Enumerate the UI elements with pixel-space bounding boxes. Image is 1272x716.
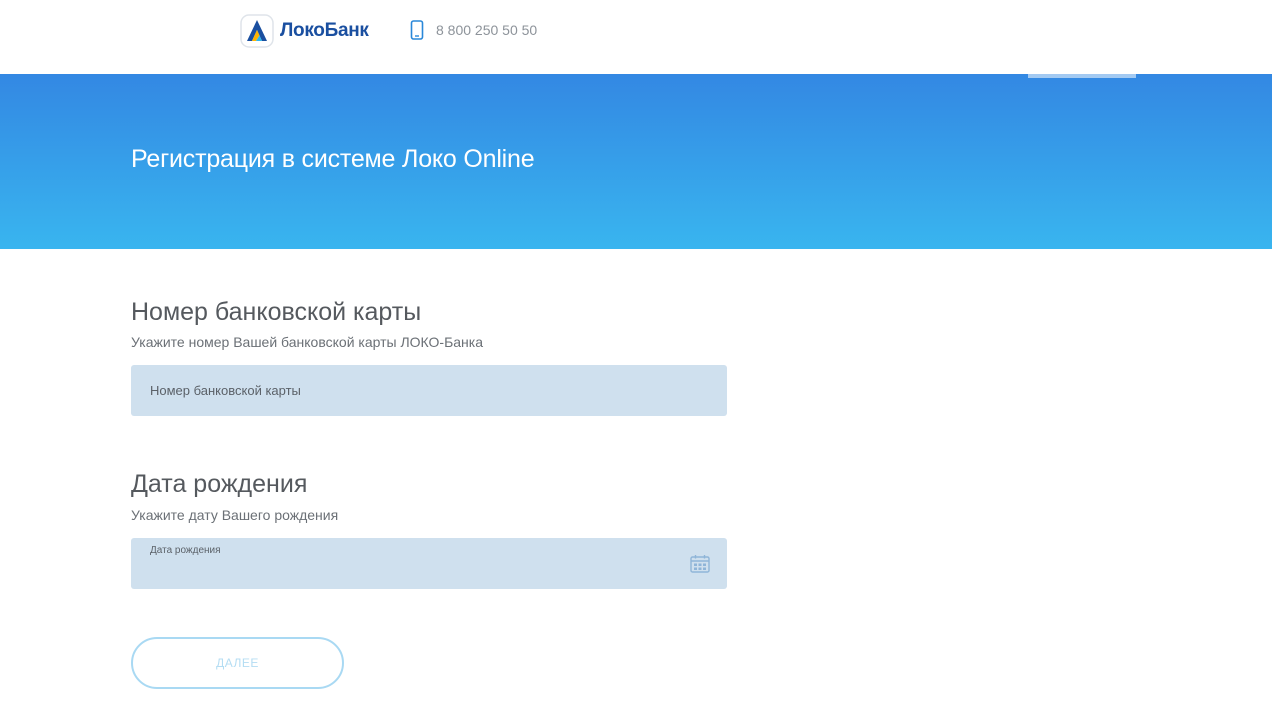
card-number-field[interactable] [131,365,727,416]
mobile-phone-icon [410,20,424,40]
page-title: Регистрация в системе Локо Online [131,145,535,173]
phone-contact[interactable]: 8 800 250 50 50 [410,20,537,40]
birth-date-field[interactable]: Дата рождения [131,538,727,589]
calendar-icon[interactable] [690,554,710,573]
birth-date-hint: Укажите дату Вашего рождения [131,507,339,523]
card-number-hint: Укажите номер Вашей банковской карты ЛОК… [131,334,484,350]
site-header: ЛокоБанк 8 800 250 50 50 [0,0,1272,74]
birth-date-label: Дата рождения [150,545,221,556]
logo-text: ЛокоБанк [280,20,369,41]
phone-number[interactable]: 8 800 250 50 50 [436,22,537,38]
card-number-input[interactable] [131,365,727,416]
birth-date-title: Дата рождения [131,470,308,498]
logo-link[interactable]: ЛокоБанк [240,14,369,48]
next-button[interactable]: ДАЛЕЕ [131,637,344,689]
lokobank-logo-icon [240,14,274,48]
card-number-title: Номер банковской карты [131,298,422,326]
page-banner: Регистрация в системе Локо Online [0,74,1272,249]
banner-tab-indicator [1028,74,1136,78]
